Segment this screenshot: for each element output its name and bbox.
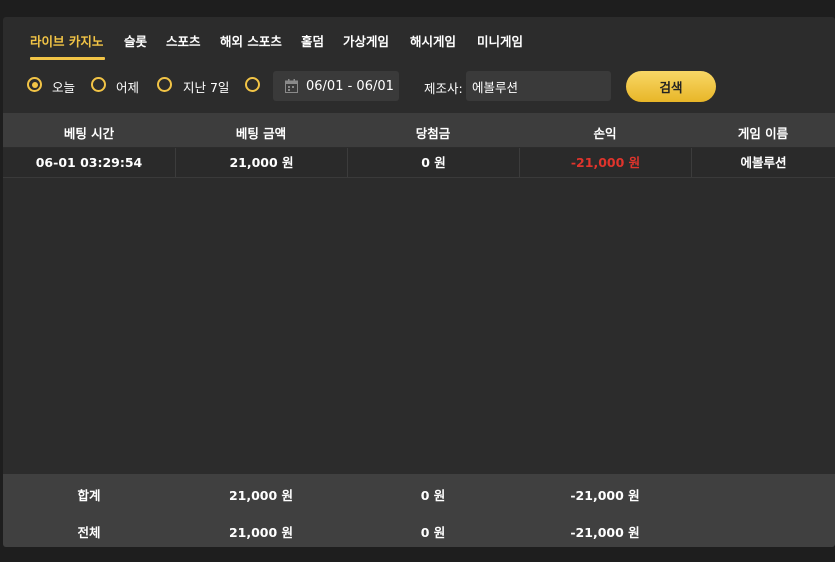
radio-last-7-days-label[interactable]: 지난 7일: [183, 77, 229, 96]
active-tab-indicator: [30, 57, 105, 60]
header-bet-amount: 베팅 금액: [235, 126, 287, 141]
calendar-icon: [285, 79, 298, 93]
total-winnings: 0 원: [420, 525, 446, 540]
game-category-tabs: 라이브 카지노 슬롯 스포츠 해외 스포츠 홀덤 가상게임 해시게임 미니게임: [3, 17, 835, 60]
subtotal-profit: -21,000 원: [570, 488, 640, 503]
header-game-name: 게임 이름: [737, 126, 789, 141]
maker-label: 제조사:: [424, 81, 463, 96]
cell-winnings: 0 원: [347, 148, 519, 177]
radio-last-7-days[interactable]: [157, 77, 172, 92]
radio-custom-range[interactable]: [245, 77, 260, 92]
subtotal-bet: 21,000 원: [228, 488, 294, 503]
radio-yesterday-label[interactable]: 어제: [116, 77, 139, 96]
tab-live-casino[interactable]: 라이브 카지노: [30, 31, 103, 50]
total-bet: 21,000 원: [228, 525, 294, 540]
total-profit: -21,000 원: [570, 525, 640, 540]
radio-today-label[interactable]: 오늘: [52, 77, 75, 96]
cell-profit: -21,000 원: [519, 148, 691, 177]
cell-bet-time: 06-01 03:29:54: [35, 155, 143, 170]
cell-game-name: 에볼루션: [691, 148, 835, 177]
filter-bar: 오늘 어제 지난 7일 06/01 - 06/01 제조사: 검색: [3, 67, 835, 105]
cell-bet-amount: 21,000 원: [175, 148, 347, 177]
header-bet-time: 베팅 시간: [63, 126, 115, 141]
bet-history-panel: 라이브 카지노 슬롯 스포츠 해외 스포츠 홀덤 가상게임 해시게임 미니게임 …: [3, 17, 835, 547]
tab-overseas-sports[interactable]: 해외 스포츠: [220, 31, 282, 50]
tab-slot[interactable]: 슬롯: [124, 31, 147, 50]
header-profit: 손익: [593, 126, 617, 141]
subtotal-label: 합계: [77, 488, 101, 503]
radio-yesterday[interactable]: [91, 77, 106, 92]
tab-sports[interactable]: 스포츠: [166, 31, 201, 50]
search-button[interactable]: 검색: [626, 71, 716, 102]
total-label: 전체: [77, 525, 101, 540]
subtotal-winnings: 0 원: [420, 488, 446, 503]
date-range-picker[interactable]: 06/01 - 06/01: [273, 71, 399, 101]
header-winnings: 당첨금: [415, 126, 451, 141]
tab-hash-game[interactable]: 해시게임: [410, 31, 456, 50]
tab-holdem[interactable]: 홀덤: [301, 31, 324, 50]
maker-input[interactable]: [466, 71, 611, 101]
summary-section: 합계 21,000 원 0 원 -21,000 원 전체 21,000 원 0 …: [3, 474, 835, 547]
table-header: 베팅 시간 베팅 금액 당첨금 손익 게임 이름: [3, 113, 835, 147]
date-range-text: 06/01 - 06/01: [306, 79, 394, 94]
tab-mini-game[interactable]: 미니게임: [477, 31, 523, 50]
table-row: 06-01 03:29:54 21,000 원 0 원 -21,000 원 에볼…: [3, 148, 835, 178]
tab-virtual-game[interactable]: 가상게임: [343, 31, 389, 50]
radio-today[interactable]: [27, 77, 42, 92]
